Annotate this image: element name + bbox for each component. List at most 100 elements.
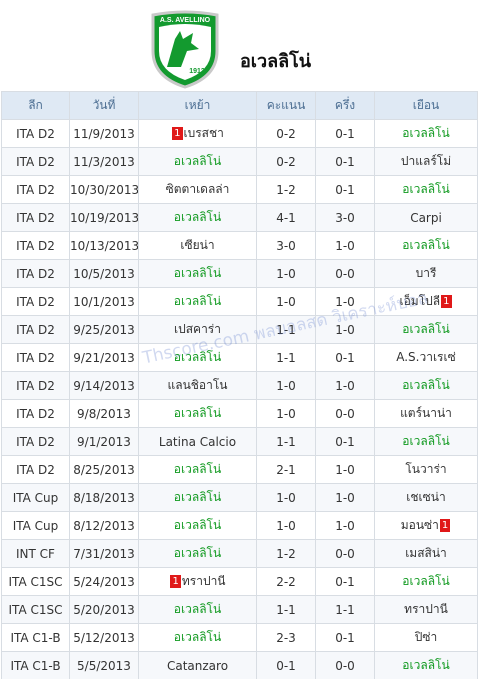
home-team-cell[interactable]: อเวลลิโน่	[138, 287, 257, 316]
away-team-cell[interactable]: Carpi	[374, 203, 478, 232]
home-team-name[interactable]: Latina Calcio	[159, 435, 236, 449]
score-cell[interactable]: 1-0	[256, 259, 316, 288]
away-team-name[interactable]: เมสสิน่า	[405, 546, 447, 560]
away-team-cell[interactable]: อเวลลิโน่	[374, 175, 478, 204]
away-team-name[interactable]: อเวลลิโน่	[402, 126, 449, 140]
away-team-cell[interactable]: A.S.วาเรเซ่	[374, 343, 478, 372]
away-team-cell[interactable]: อเวลลิโน่	[374, 231, 478, 260]
home-team-cell[interactable]: อเวลลิโน่	[138, 259, 257, 288]
league-cell[interactable]: ITA D2	[1, 427, 70, 456]
league-cell[interactable]: ITA D2	[1, 231, 70, 260]
home-team-cell[interactable]: แลนชิอาโน	[138, 371, 257, 400]
away-team-name[interactable]: โนวาร่า	[405, 462, 446, 476]
away-team-name[interactable]: มอนซ่า	[401, 518, 439, 532]
home-team-name[interactable]: อเวลลิโน่	[174, 602, 221, 616]
away-team-name[interactable]: อเวลลิโน่	[402, 658, 449, 672]
home-team-name[interactable]: แลนชิอาโน	[167, 378, 227, 392]
league-cell[interactable]: ITA C1SC	[1, 567, 70, 596]
home-team-cell[interactable]: อเวลลิโน่	[138, 539, 257, 568]
score-cell[interactable]: 1-2	[256, 175, 316, 204]
home-team-cell[interactable]: อเวลลิโน่	[138, 147, 257, 176]
league-cell[interactable]: ITA Cup	[1, 511, 70, 540]
home-team-name[interactable]: เซียน่า	[180, 238, 214, 252]
away-team-name[interactable]: Carpi	[410, 211, 442, 225]
score-cell[interactable]: 1-2	[256, 539, 316, 568]
away-team-cell[interactable]: บารี	[374, 259, 478, 288]
home-team-name[interactable]: เบรสชา	[184, 126, 224, 140]
home-team-cell[interactable]: อเวลลิโน่	[138, 455, 257, 484]
score-cell[interactable]: 1-1	[256, 595, 316, 624]
away-team-name[interactable]: A.S.วาเรเซ่	[396, 350, 456, 364]
away-team-cell[interactable]: ปาแลร์โม่	[374, 147, 478, 176]
home-team-name[interactable]: อเวลลิโน่	[174, 294, 221, 308]
score-cell[interactable]: 1-1	[256, 315, 316, 344]
away-team-cell[interactable]: อเวลลิโน่	[374, 427, 478, 456]
away-team-cell[interactable]: อเวลลิโน่	[374, 119, 478, 148]
away-team-name[interactable]: บารี	[416, 266, 437, 280]
away-team-name[interactable]: ทราปานี	[404, 602, 448, 616]
score-cell[interactable]: 1-0	[256, 287, 316, 316]
away-team-name[interactable]: ปาแลร์โม่	[401, 154, 451, 168]
home-team-name[interactable]: อเวลลิโน่	[174, 406, 221, 420]
score-cell[interactable]: 1-0	[256, 371, 316, 400]
away-team-cell[interactable]: อเวลลิโน่	[374, 651, 478, 679]
score-cell[interactable]: 1-0	[256, 511, 316, 540]
away-team-name[interactable]: แตร์นาน่า	[400, 406, 452, 420]
home-team-cell[interactable]: 1 ทราปานี	[138, 567, 257, 596]
home-team-cell[interactable]: อเวลลิโน่	[138, 483, 257, 512]
league-cell[interactable]: INT CF	[1, 539, 70, 568]
league-cell[interactable]: ITA D2	[1, 455, 70, 484]
away-team-cell[interactable]: ทราปานี	[374, 595, 478, 624]
home-team-cell[interactable]: 1 เบรสชา	[138, 119, 257, 148]
home-team-cell[interactable]: อเวลลิโน่	[138, 595, 257, 624]
away-team-cell[interactable]: เอ็มโปลี 1	[374, 287, 478, 316]
home-team-cell[interactable]: อเวลลิโน่	[138, 623, 257, 652]
home-team-name[interactable]: อเวลลิโน่	[174, 462, 221, 476]
away-team-cell[interactable]: ปิซ่า	[374, 623, 478, 652]
away-team-cell[interactable]: เมสสิน่า	[374, 539, 478, 568]
league-cell[interactable]: ITA C1SC	[1, 595, 70, 624]
score-cell[interactable]: 0-1	[256, 651, 316, 679]
away-team-name[interactable]: อเวลลิโน่	[402, 322, 449, 336]
league-cell[interactable]: ITA D2	[1, 315, 70, 344]
away-team-cell[interactable]: อเวลลิโน่	[374, 567, 478, 596]
score-cell[interactable]: 1-1	[256, 343, 316, 372]
home-team-name[interactable]: Catanzaro	[167, 659, 228, 673]
away-team-name[interactable]: อเวลลิโน่	[402, 182, 449, 196]
league-cell[interactable]: ITA C1-B	[1, 651, 70, 679]
score-cell[interactable]: 2-1	[256, 455, 316, 484]
away-team-name[interactable]: อเวลลิโน่	[402, 378, 449, 392]
home-team-name[interactable]: อเวลลิโน่	[174, 630, 221, 644]
home-team-cell[interactable]: อเวลลิโน่	[138, 343, 257, 372]
league-cell[interactable]: ITA D2	[1, 287, 70, 316]
home-team-name[interactable]: เปสคาร่า	[174, 322, 221, 336]
league-cell[interactable]: ITA D2	[1, 147, 70, 176]
score-cell[interactable]: 0-2	[256, 147, 316, 176]
home-team-name[interactable]: อเวลลิโน่	[174, 210, 221, 224]
league-cell[interactable]: ITA Cup	[1, 483, 70, 512]
home-team-name[interactable]: ซิตตาเดลล่า	[166, 182, 230, 196]
league-cell[interactable]: ITA D2	[1, 175, 70, 204]
away-team-name[interactable]: อเวลลิโน่	[402, 574, 449, 588]
home-team-cell[interactable]: เซียน่า	[138, 231, 257, 260]
home-team-name[interactable]: อเวลลิโน่	[174, 266, 221, 280]
league-cell[interactable]: ITA D2	[1, 119, 70, 148]
away-team-cell[interactable]: อเวลลิโน่	[374, 315, 478, 344]
away-team-name[interactable]: เชเซน่า	[406, 490, 445, 504]
score-cell[interactable]: 1-0	[256, 483, 316, 512]
away-team-cell[interactable]: เชเซน่า	[374, 483, 478, 512]
away-team-cell[interactable]: แตร์นาน่า	[374, 399, 478, 428]
league-cell[interactable]: ITA C1-B	[1, 623, 70, 652]
away-team-name[interactable]: ปิซ่า	[415, 630, 438, 644]
home-team-name[interactable]: อเวลลิโน่	[174, 350, 221, 364]
away-team-cell[interactable]: มอนซ่า 1	[374, 511, 478, 540]
home-team-name[interactable]: อเวลลิโน่	[174, 490, 221, 504]
home-team-cell[interactable]: อเวลลิโน่	[138, 203, 257, 232]
away-team-name[interactable]: เอ็มโปลี	[399, 294, 440, 308]
score-cell[interactable]: 1-0	[256, 399, 316, 428]
home-team-name[interactable]: ทราปานี	[182, 574, 226, 588]
away-team-name[interactable]: อเวลลิโน่	[402, 238, 449, 252]
score-cell[interactable]: 4-1	[256, 203, 316, 232]
home-team-cell[interactable]: เปสคาร่า	[138, 315, 257, 344]
home-team-cell[interactable]: อเวลลิโน่	[138, 511, 257, 540]
